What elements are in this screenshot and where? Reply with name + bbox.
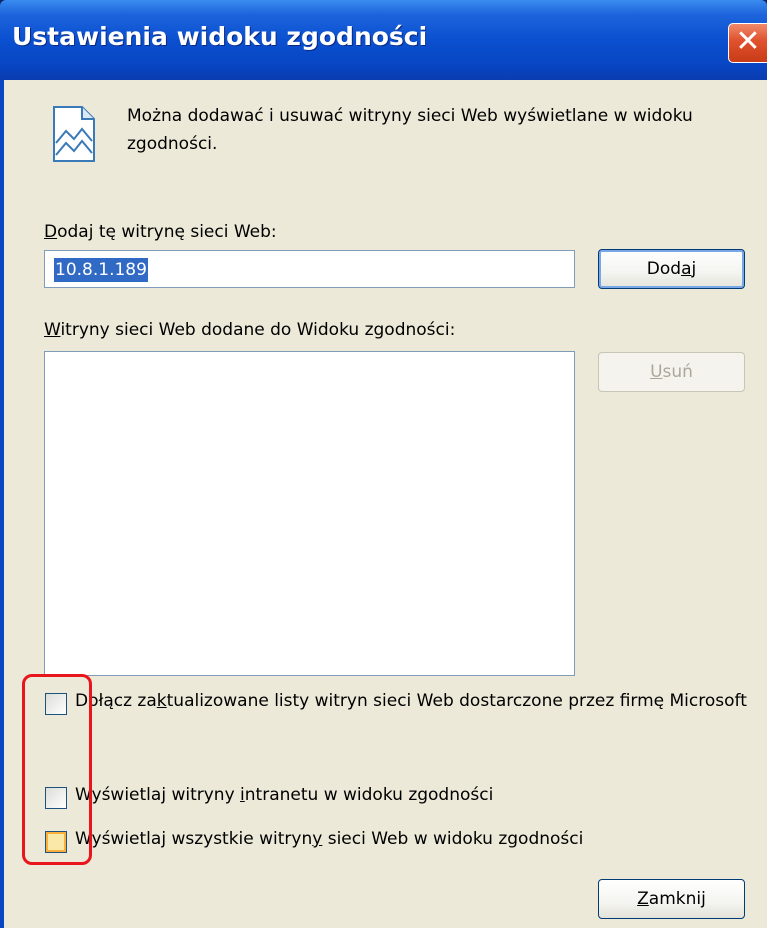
site-list-label: Witryny sieci Web dodane do Widoku zgodn…	[44, 320, 455, 340]
add-site-input[interactable]: 10.8.1.189	[44, 250, 575, 288]
checkbox-highlight-annotation	[22, 674, 92, 865]
option-3-text-b: sieci Web w widoku zgodności	[322, 829, 584, 849]
add-button-accel: a	[681, 259, 692, 279]
add-site-label-accel: D	[44, 222, 58, 242]
site-list-label-text: itryny sieci Web dodane do Widoku zgodno…	[60, 320, 456, 340]
option-1-text-b: tualizowane listy witryn sieci Web dosta…	[166, 691, 747, 711]
remove-button[interactable]: Usuń	[598, 352, 745, 392]
close-icon: ✕	[735, 24, 761, 59]
close-window-button[interactable]: ✕	[728, 23, 767, 63]
web-page-icon	[53, 106, 95, 162]
all-sites-label: Wyświetlaj wszystkie witryny sieci Web w…	[75, 827, 767, 851]
remove-button-label: suń	[662, 362, 693, 382]
option-2-text-a: Wyświetlaj witryny	[75, 785, 241, 805]
close-button-accel: Z	[637, 889, 649, 909]
add-site-label: Dodaj tę witrynę sieci Web:	[44, 222, 277, 242]
close-button[interactable]: Zamknij	[598, 879, 745, 919]
add-site-input-value: 10.8.1.189	[54, 258, 148, 282]
site-list-label-accel: W	[44, 320, 61, 340]
add-button-label-b: j	[691, 259, 697, 279]
add-button[interactable]: Dodaj	[598, 249, 745, 289]
option-3-accel: y	[312, 829, 323, 849]
window-title: Ustawienia widoku zgodności	[12, 22, 428, 51]
info-description: Można dodawać i usuwać witryny sieci Web…	[127, 106, 693, 154]
include-microsoft-lists-label: Dołącz zaktualizowane listy witryn sieci…	[75, 689, 767, 713]
option-3-text-a: Wyświetlaj wszystkie witryn	[75, 829, 313, 849]
option-2-text-b: ntranetu w widoku zgodności	[244, 785, 494, 805]
site-list[interactable]	[44, 351, 575, 676]
add-button-label-a: Dod	[646, 259, 682, 279]
intranet-sites-label: Wyświetlaj witryny intranetu w widoku zg…	[75, 783, 767, 807]
option-1-accel: k	[156, 691, 167, 711]
close-button-label: amknij	[648, 889, 706, 909]
remove-button-accel: U	[650, 362, 663, 382]
title-bar[interactable]: Ustawienia widoku zgodności ✕	[0, 0, 767, 80]
add-site-label-text: odaj tę witrynę sieci Web:	[57, 222, 277, 242]
dialog-window: Ustawienia widoku zgodności ✕ Można doda…	[0, 0, 767, 928]
